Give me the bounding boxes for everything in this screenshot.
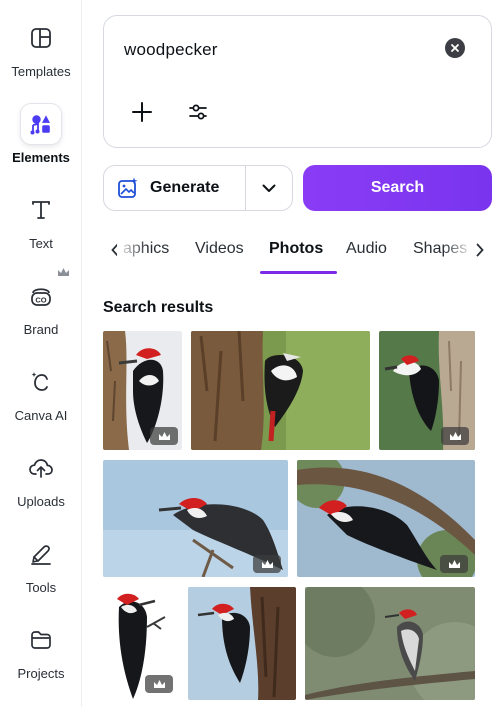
- rail-item-text[interactable]: Text: [0, 190, 82, 270]
- premium-crown-badge: [145, 675, 173, 693]
- crown-icon: [158, 432, 170, 440]
- filter-sliders-icon: [189, 104, 207, 120]
- plus-icon: [132, 102, 152, 122]
- woodpecker-photo: [188, 587, 296, 700]
- rail-item-templates[interactable]: Templates: [0, 18, 82, 98]
- brand-icon: CO: [21, 276, 61, 316]
- generate-split-button: Generate: [103, 165, 293, 211]
- tab-audio[interactable]: Audio: [346, 240, 387, 258]
- crown-icon: [153, 680, 165, 688]
- tabs-scroll-right-button[interactable]: [472, 240, 488, 260]
- search-results-heading: Search results: [103, 299, 214, 316]
- photo-result[interactable]: [297, 460, 475, 577]
- crown-icon: [448, 560, 460, 568]
- tab-shapes[interactable]: Shapes: [413, 240, 467, 258]
- filter-button[interactable]: [188, 102, 208, 122]
- premium-crown-badge: [440, 555, 468, 573]
- photo-result[interactable]: [305, 587, 475, 700]
- add-button[interactable]: [130, 100, 154, 124]
- tab-photos[interactable]: Photos: [269, 240, 323, 258]
- rail-label-brand: Brand: [23, 322, 59, 337]
- active-tab-indicator: [260, 271, 337, 274]
- rail-label-canva-ai: Canva AI: [14, 408, 68, 423]
- clear-search-button[interactable]: [445, 38, 465, 58]
- elements-icon: [21, 104, 61, 144]
- folder-icon: [21, 620, 61, 660]
- side-rail: Templates Elements Text CO Brand Canva A…: [0, 0, 82, 707]
- rail-item-projects[interactable]: Projects: [0, 620, 82, 700]
- woodpecker-photo: [305, 587, 475, 700]
- search-input[interactable]: woodpecker: [124, 40, 218, 60]
- rail-label-elements: Elements: [12, 150, 70, 165]
- uploads-icon: [21, 448, 61, 488]
- photo-result[interactable]: [191, 331, 370, 450]
- premium-crown-badge: [253, 555, 281, 573]
- tab-videos[interactable]: Videos: [195, 240, 244, 258]
- rail-item-uploads[interactable]: Uploads: [0, 448, 82, 528]
- search-button[interactable]: Search: [303, 165, 492, 211]
- rail-label-uploads: Uploads: [17, 494, 65, 509]
- premium-crown-badge: [441, 427, 469, 445]
- canva-ai-icon: [21, 362, 61, 402]
- rail-label-templates: Templates: [11, 64, 71, 79]
- text-icon: [21, 190, 61, 230]
- photo-result[interactable]: [103, 460, 288, 577]
- tabs-scroll-left-button[interactable]: [107, 240, 123, 260]
- photo-result[interactable]: [103, 587, 179, 700]
- rail-item-elements[interactable]: Elements: [0, 104, 82, 184]
- category-tabs: aphics Videos Photos Audio Shapes: [103, 232, 492, 276]
- crown-icon: [261, 560, 273, 568]
- chevron-right-icon: [476, 243, 484, 257]
- tools-icon: [21, 534, 61, 574]
- chevron-left-icon: [111, 243, 119, 257]
- rail-label-tools: Tools: [25, 580, 57, 595]
- ai-image-icon: [118, 177, 138, 198]
- chevron-down-icon: [262, 184, 276, 192]
- woodpecker-photo: [191, 331, 370, 450]
- rail-item-brand[interactable]: CO Brand: [0, 276, 82, 356]
- templates-icon: [21, 18, 61, 58]
- premium-crown-badge: [150, 427, 178, 445]
- rail-label-projects: Projects: [17, 666, 65, 681]
- tab-graphics[interactable]: aphics: [123, 240, 169, 258]
- generate-options-button[interactable]: [246, 166, 292, 210]
- generate-button[interactable]: Generate: [104, 166, 246, 210]
- generate-label: Generate: [150, 179, 220, 196]
- photo-result[interactable]: [188, 587, 296, 700]
- rail-item-tools[interactable]: Tools: [0, 534, 82, 614]
- rail-item-canva-ai[interactable]: Canva AI: [0, 362, 82, 442]
- search-box[interactable]: woodpecker: [103, 15, 492, 148]
- rail-label-text: Text: [29, 236, 53, 251]
- photo-result[interactable]: [379, 331, 475, 450]
- crown-icon: [449, 432, 461, 440]
- photo-result[interactable]: [103, 331, 182, 450]
- close-icon: [451, 44, 459, 52]
- svg-text:CO: CO: [35, 296, 46, 305]
